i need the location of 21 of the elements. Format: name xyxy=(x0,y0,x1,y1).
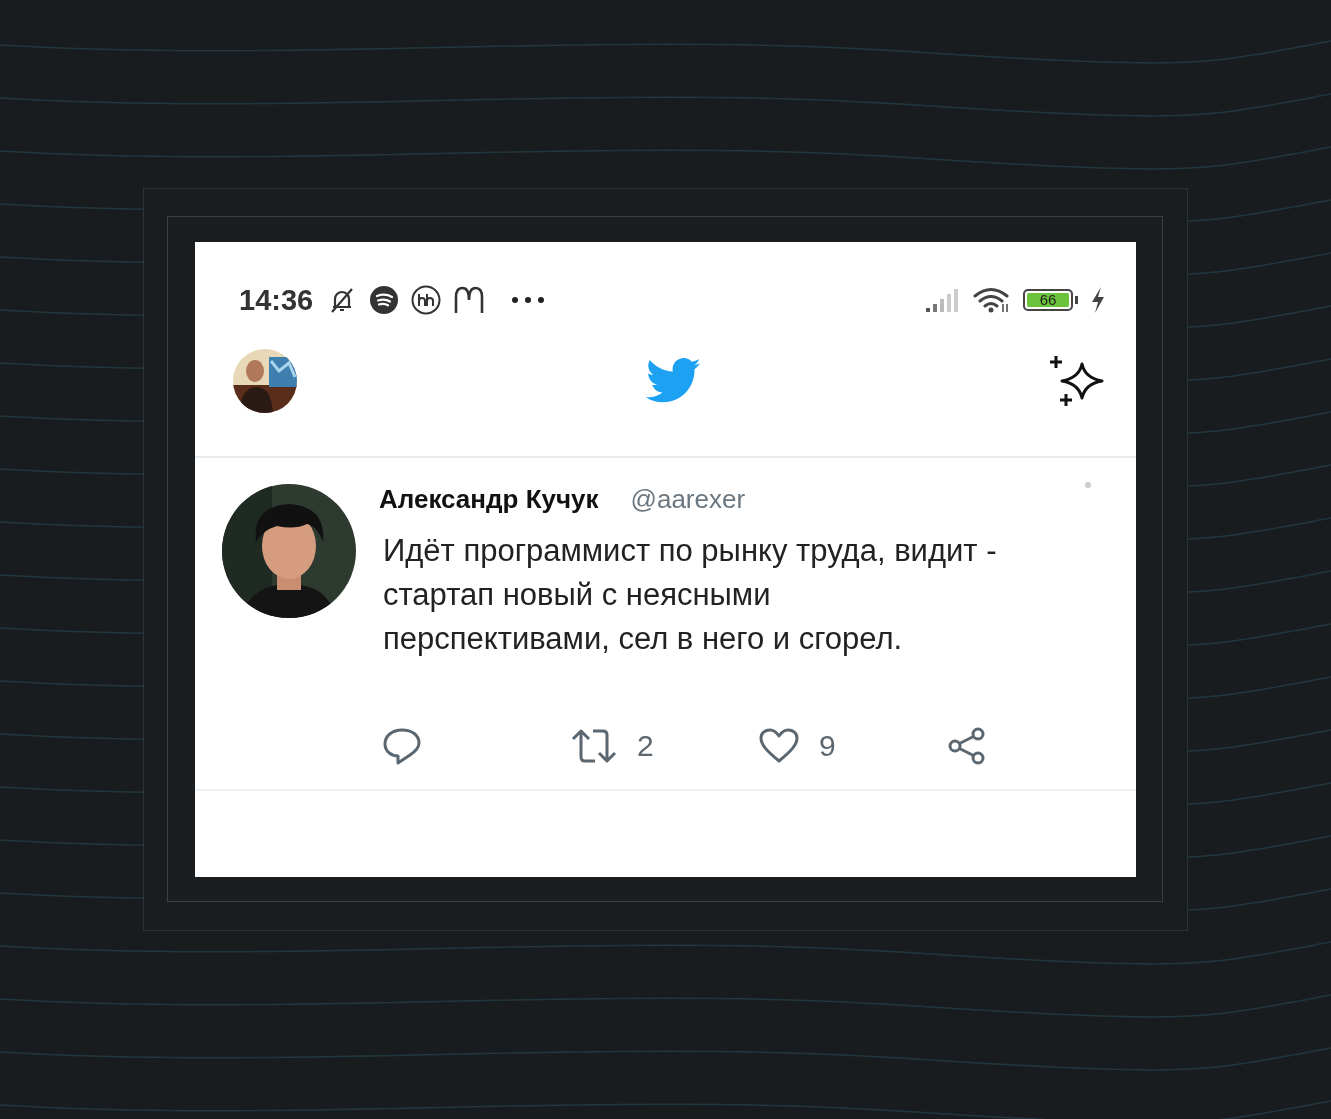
tweet-text: Идёт программист по рынку труда, видит - стартап новый с неясными перспективами, сел в него и сгорел. xyxy=(383,532,998,658)
sparkle-icon xyxy=(1050,354,1106,408)
music-app-icon xyxy=(369,285,400,315)
battery-percent: 66 xyxy=(1027,293,1069,307)
retweet-icon[interactable] xyxy=(571,729,617,763)
signal-icon xyxy=(925,287,961,313)
action-count: 2 xyxy=(637,729,654,763)
circle-app-icon xyxy=(411,285,442,315)
author-name: Александр Кучук xyxy=(379,484,599,515)
author-handle: @aarexer xyxy=(630,484,746,515)
share-icon[interactable] xyxy=(947,727,987,765)
more-icon xyxy=(511,296,546,304)
heart-icon[interactable] xyxy=(759,728,799,764)
status-time: 14:36 xyxy=(239,283,314,317)
action-count: 9 xyxy=(819,729,836,763)
menu-dot-icon[interactable] xyxy=(1085,482,1091,488)
reply-icon[interactable] xyxy=(383,727,421,765)
arches-app-icon xyxy=(453,285,486,315)
charging-bolt-icon xyxy=(1090,286,1106,314)
bird-logo-icon xyxy=(645,358,702,404)
wifi-icon xyxy=(973,286,1011,314)
